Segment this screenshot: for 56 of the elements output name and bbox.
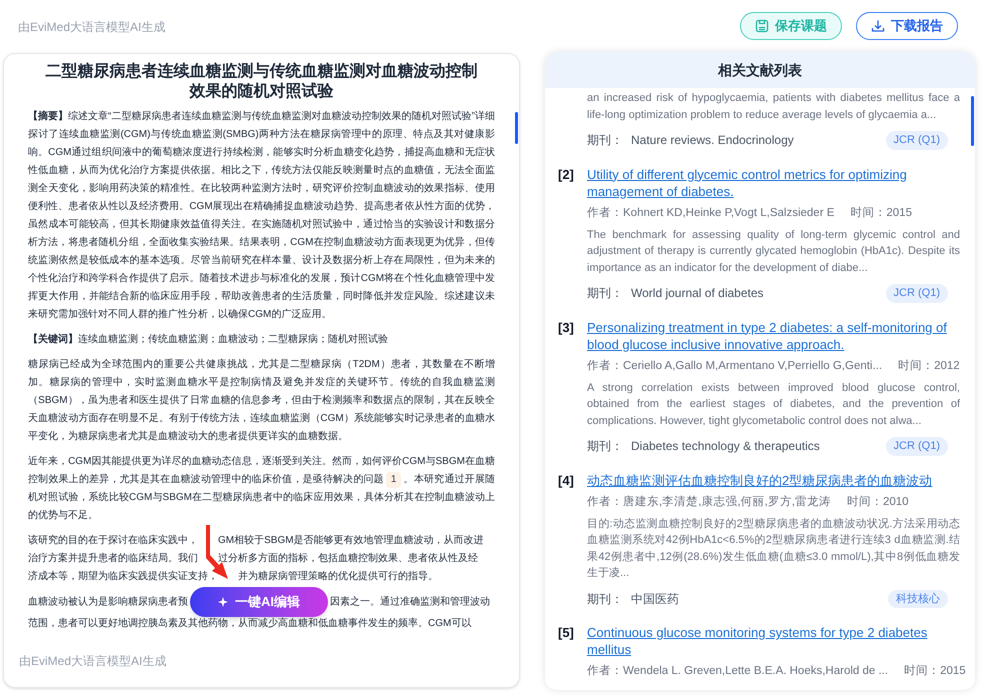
- body-paragraph: 糖尿病已经成为全球范围内的重要公共健康挑战，尤其是二型糖尿病（T2DM）患者，其数量在不断增加。糖尿病的管理中，实时监测血糖水平是控制病情及避免并发症的关键环节。传统的自我血糖监测（SBGM），虽为患者和医生提供了日常血糖的信息参考，但由于检测频率和数据点的限制，其在反映全天血糖波动方面存在明显不足。有别于传统方法，连续血糖监测（CGM）系统能够实时记录患者的血糖水平变化，为糖尿病患者尤其是血糖波动大的患者提供更详实的血糖数据。: [28, 358, 495, 444]
- abstract-text: The benchmark for assessing quality of long-term glycemic control and adjustment of therapy is currently glycated hemoglobin (HbA1c). Despite its importance as an indicator for the development of diabe...: [587, 228, 960, 276]
- authors-text: 作者：Wendela L. Greven,Lette B.E.A. Hoeks,Harold de ...: [587, 664, 888, 679]
- body-text: 并为糖尿病管理策略的优化提供可行的指导。: [238, 571, 438, 582]
- abstract-text: an increased risk of hypoglycaemia, patients with diabetes mellitus face a life-long optimization problem to reduce average levels of glycaemia a...: [587, 91, 960, 122]
- save-icon: [755, 19, 769, 33]
- download-icon: [871, 19, 885, 33]
- journal-name: World journal of diabetes: [631, 285, 764, 302]
- journal-rank-badge: JCR (Q1): [886, 437, 948, 456]
- reference-number: [5]: [558, 624, 575, 642]
- ai-edit-button[interactable]: 一键AI编辑: [190, 587, 328, 617]
- body-text: 因素之一。通过准确监测和管理波动: [330, 596, 490, 608]
- journal-label: 期刊：: [587, 132, 623, 150]
- journal-rank-badge: JCR (Q1): [886, 131, 948, 150]
- article-title: 二型糖尿病患者连续血糖监测与传统血糖监测对血糖波动控制效果的随机对照试验: [44, 62, 478, 102]
- body-text: 济成本等，期望为临床实践提供实证支持，: [28, 571, 218, 582]
- journal-rank-badge: 科技核心: [888, 590, 948, 608]
- reference-title-link[interactable]: 动态血糖监测评估血糖控制良好的2型糖尿病患者的血糖波动: [587, 472, 960, 488]
- authors-text: 作者：唐建东,李清楚,康志强,何丽,罗方,雷龙涛: [587, 494, 831, 510]
- journal-label: 期刊：: [587, 285, 623, 302]
- journal-name: Nature reviews. Endocrinology: [631, 132, 794, 150]
- body-text: 血糖波动被认为是影响糖尿病患者预: [28, 596, 188, 608]
- keywords-paragraph: 【关键词】连续血糖监测；传统血糖监测；血糖波动；二型糖尿病；随机对照试验: [28, 332, 389, 347]
- year-text: 时间：2012: [898, 358, 960, 374]
- panel-title: 相关文献列表: [718, 60, 802, 80]
- year-text: 时间：2015: [850, 206, 912, 220]
- journal-rank-badge: JCR (Q1): [886, 284, 948, 302]
- reference-number: [4]: [558, 472, 575, 490]
- journal-label: 期刊：: [587, 438, 623, 456]
- generated-by-caption: 由EviMed大语言模型AI生成: [19, 653, 166, 670]
- reference-title-link[interactable]: Utility of different glycemic control metrics for optimizing management of diabetes.: [587, 166, 960, 200]
- authors-text: 作者：Kohnert KD,Heinke P,Vogt L,Salzsieder E: [587, 206, 834, 220]
- abstract-paragraph: 【摘要】综述文章“二型糖尿病患者连续血糖监测与传统血糖监测对血糖波动控制效果的随机对照试验”详细探讨了连续血糖监测(CGM)与传统血糖监测(SMBG)两种方法在糖尿病管理中的原理、特点及其对健康影响。CGM通过组织间液中的葡萄糖浓度进行持续检测，能够实时分析血糖变化趋势，捕捉高血糖和无症状性低血糖，从而为优化治疗方案提供依据。相比之下，传统方法仅能反映测量时点的血糖值，无法全面监测全天变化，影响用药决策的精准性。在比较两种监测方法时，研究评价控制血糖波动的效果指标、使用便利性、患者依从性以及经济费用。CGM展现出在精确捕捉血糖波动趋势、提高患者依从性方面的优势，虽然成本可能较高，但其长期健康效益值得关注。在实施随机对照试验中，通过恰当的实验设计和数据分析方法，将患者随机分组，全面收集实验结果。结果表明，CGM在控制血糖波动方面表现更为优异，但传统监测依然是较低成本的基本选项。尽管当前研究在样本量、设计及数据分析上存在局限性，但为未来的个性化治疗和跨学科合作提供了启示。随着技术进步与标准化的发展，预计CGM将在个性化血糖管理中发挥更大作用，并能结合新的临床应用手段，帮助改善患者的生活质量，同时降低并发症风险。综述建议未来研究需加强针对不同人群的推广性分析，以确保CGM的广泛应用。: [28, 109, 495, 322]
- body-text: 过分析多方面的指标，包括血糖控制效果、患者依从性及经: [218, 553, 478, 564]
- body-paragraph: 近年来，CGM因其能提供更为详尽的血糖动态信息，逐渐受到关注。然而，如何评价CGM与SBGM在血糖控制效果上的差异，尤其是其在血糖波动管理中的临床价值，是亟待解决的问题 1 。本研究通过开展随机对照试验，系统比较CGM与SBGM在二型糖尿病患者中的临床应用效果，具体分析其在控制血糖波动上的优势与不足。: [28, 454, 495, 523]
- sparkle-icon: [218, 596, 229, 608]
- abstract-text: 目的:动态监测血糖控制良好的2型糖尿病患者的血糖波动状况.方法采用动态血糖监测系统对42例HbA1c<6.5%的2型糖尿病患者进行连续3 d血糖监测.结果42例患者中,12例(28.6%)发生低血糖(血糖≤3.0 mmol/L),其中8例低血糖发生于凌...: [587, 516, 960, 581]
- year-text: 时间：2010: [846, 494, 909, 510]
- body-text: 范围，患者可以更好地调控胰岛素及其他药物，从而减少高血糖和低血糖事件发生的频率。CGM可以: [28, 616, 472, 631]
- abstract-text: A strong correlation exists between improved blood glucose control, obtained from the earliest stages of diabetes, and the prevention of complications. However, tight glycometabolic control does not alwa...: [587, 380, 960, 428]
- journal-name: Diabetes technology & therapeutics: [631, 438, 820, 456]
- journal-label: 期刊：: [587, 590, 623, 608]
- authors-text: 作者：Ceriello A,Gallo M,Armentano V,Perriello G,Genti...: [587, 358, 882, 374]
- generated-by-caption: 由EviMed大语言模型AI生成: [18, 18, 166, 36]
- body-text: 该研究的目的在于探讨在临床实践中，: [28, 535, 198, 546]
- reference-number: [3]: [558, 318, 575, 337]
- reference-number: [2]: [558, 166, 575, 184]
- body-text: GM相较于SBGM是否能够更有效地管理血糖波动，从而改进: [218, 535, 484, 546]
- scrollbar-thumb: [515, 112, 518, 144]
- journal-name: 中国医药: [631, 590, 679, 608]
- body-text: 治疗方案并提升患者的临床结局。我们: [28, 553, 198, 564]
- reference-title-link[interactable]: Continuous glucose monitoring systems for type 2 diabetes mellitus: [587, 624, 960, 658]
- scrollbar-thumb: [971, 96, 974, 146]
- reference-title-link[interactable]: Personalizing treatment in type 2 diabetes: a self-monitoring of blood glucose inclusive innovative approach.: [587, 318, 960, 352]
- year-text: 时间：2015: [904, 664, 966, 679]
- download-report-button[interactable]: 下载报告: [856, 12, 958, 40]
